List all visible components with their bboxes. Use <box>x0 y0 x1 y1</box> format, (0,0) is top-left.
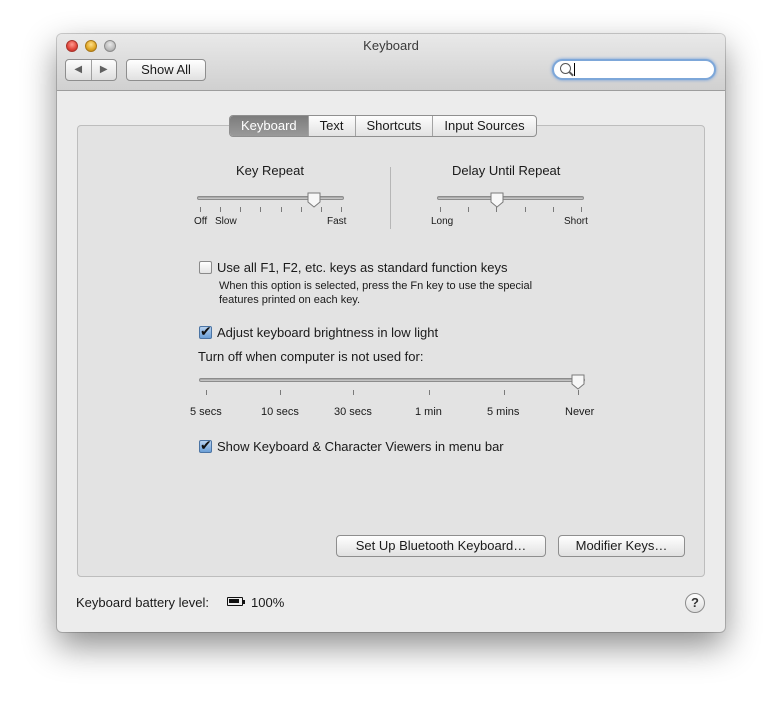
key-repeat-tick-2 <box>240 207 242 212</box>
help-icon[interactable]: ? <box>685 593 705 613</box>
key-repeat-title: Key Repeat <box>236 163 304 178</box>
titlebar: Keyboard ◀ ▶ Show All <box>57 34 725 91</box>
tick-label-5-secs: 5 secs <box>190 406 222 418</box>
battery-level-value: 100% <box>251 595 285 610</box>
tab-shortcuts[interactable]: Shortcuts <box>354 116 433 136</box>
delay-short-label: Short <box>564 216 588 227</box>
checkmark-icon: ✔ <box>200 323 212 339</box>
tick-5-secs <box>206 390 207 395</box>
delay-until-repeat-tick-5 <box>581 207 582 212</box>
tick-1-min <box>429 390 430 395</box>
search-field[interactable] <box>552 59 716 80</box>
set-up-bluetooth-keyboard-button[interactable]: Set Up Bluetooth Keyboard… <box>336 535 546 557</box>
tick-5-mins <box>504 390 505 395</box>
checkmark-icon: ✔ <box>200 437 212 453</box>
fn-keys-description-line-1: When this option is selected, press the … <box>219 280 533 292</box>
back-button[interactable]: ◀ <box>66 60 92 80</box>
key-repeat-tick-6 <box>320 207 322 212</box>
key-repeat-tick-1 <box>220 207 222 212</box>
brightness-label[interactable]: Adjust keyboard brightness in low light <box>217 325 438 340</box>
battery-icon <box>227 597 243 606</box>
tab-keyboard[interactable]: Keyboard <box>230 116 308 136</box>
key-repeat-tick-3 <box>260 207 262 212</box>
key-repeat-thumb[interactable] <box>307 192 321 208</box>
key-repeat-tick-0 <box>200 207 201 212</box>
tick-label-30-secs: 30 secs <box>334 406 372 418</box>
tick-label-never: Never <box>565 406 595 418</box>
delay-until-repeat-tick-1 <box>468 207 470 212</box>
key-repeat-tick-7 <box>341 207 342 212</box>
key-repeat-tick-4 <box>280 207 282 212</box>
window-title: Keyboard <box>363 38 419 53</box>
back-forward-control: ◀ ▶ <box>65 59 117 81</box>
key-repeat-off-label: Off <box>194 216 208 227</box>
battery-nub <box>243 600 245 604</box>
delay-long-label: Long <box>431 216 454 227</box>
fn-keys-description-line-2: features printed on each key. <box>219 294 361 306</box>
tab-text[interactable]: Text <box>307 116 355 136</box>
tick-label-1-min: 1 min <box>415 406 442 418</box>
tab-input-sources[interactable]: Input Sources <box>432 116 535 136</box>
brightness-checkbox[interactable]: ✔ <box>199 323 212 339</box>
delay-until-repeat-title: Delay Until Repeat <box>452 163 561 178</box>
tick-10-secs <box>280 390 281 395</box>
delay-until-repeat-tick-3 <box>524 207 526 212</box>
key-repeat-slow-label: Slow <box>215 216 237 227</box>
turn-off-thumb[interactable] <box>571 374 585 390</box>
delay-until-repeat-slider[interactable] <box>437 196 584 200</box>
key-repeat-tick-5 <box>300 207 302 212</box>
delay-until-repeat-tick-0 <box>440 207 441 212</box>
tick-never <box>578 390 579 395</box>
fn-keys-label[interactable]: Use all F1, F2, etc. keys as standard fu… <box>217 260 507 275</box>
show-all-button[interactable]: Show All <box>126 59 206 81</box>
viewers-checkbox[interactable]: ✔ <box>199 437 212 453</box>
key-repeat-fast-label: Fast <box>327 216 347 227</box>
keyboard-preferences-window: Keyboard ◀ ▶ Show All Keyboard Text Shor… <box>57 34 725 632</box>
turn-off-slider[interactable] <box>199 378 585 382</box>
search-icon <box>560 63 571 74</box>
tick-label-5-mins: 5 mins <box>487 406 520 418</box>
tick-30-secs <box>353 390 354 395</box>
delay-until-repeat-tick-4 <box>552 207 554 212</box>
delay-until-repeat-thumb[interactable] <box>490 192 504 208</box>
delay-until-repeat-tick-2 <box>496 207 498 212</box>
tick-label-10-secs: 10 secs <box>261 406 299 418</box>
key-repeat-slider[interactable] <box>197 196 344 200</box>
tab-bar: Keyboard Text Shortcuts Input Sources <box>229 115 537 137</box>
battery-level-label: Keyboard battery level: <box>76 595 209 610</box>
text-caret <box>574 63 575 76</box>
slider-divider <box>390 167 391 229</box>
forward-button[interactable]: ▶ <box>92 60 117 80</box>
fn-keys-checkbox[interactable] <box>199 261 212 274</box>
modifier-keys-button[interactable]: Modifier Keys… <box>558 535 685 557</box>
turn-off-label: Turn off when computer is not used for: <box>198 349 424 364</box>
viewers-label[interactable]: Show Keyboard & Character Viewers in men… <box>217 439 504 454</box>
